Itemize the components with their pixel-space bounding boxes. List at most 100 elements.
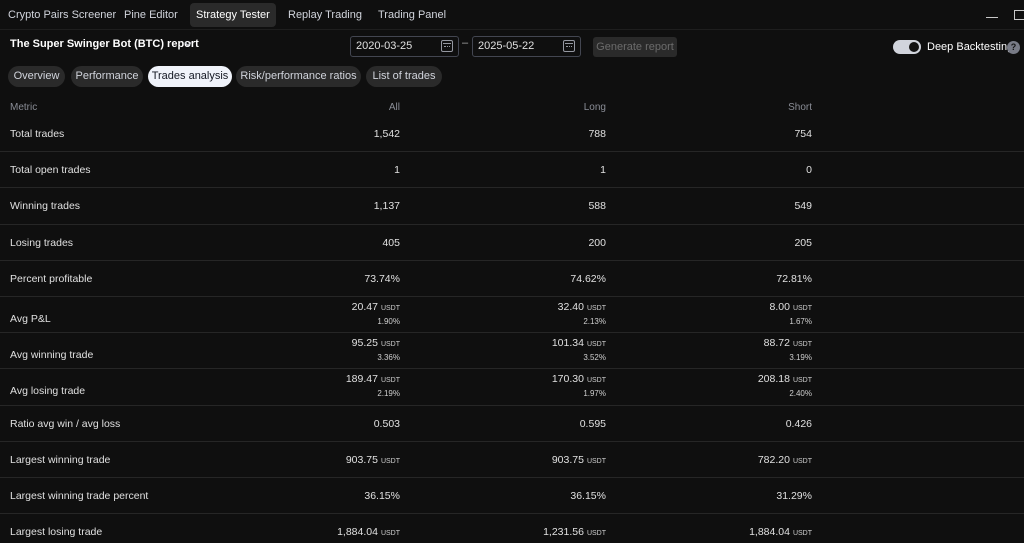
metric-label: Losing trades	[10, 236, 74, 249]
metric-label: Largest winning trade	[10, 453, 111, 466]
value-number: 1,884.04	[749, 526, 790, 539]
value-number: 903.75	[551, 453, 584, 466]
metric-label: Avg winning trade	[10, 349, 94, 362]
value-number: 754	[794, 128, 812, 140]
value-number: 1	[600, 164, 606, 177]
deep-backtesting-toggle[interactable]	[893, 40, 921, 54]
value-number: 200	[588, 236, 606, 249]
value-all-percent: 2.19%	[377, 389, 400, 399]
value-number: 74.62%	[570, 272, 606, 285]
value-long: 36.15%	[456, 490, 606, 502]
date-to-field[interactable]: 2025-05-22	[472, 36, 581, 57]
currency-unit: USDT	[586, 530, 606, 538]
toggle-knob	[909, 42, 919, 52]
value-number: 1,884.04	[337, 526, 378, 539]
value-number: 32.40	[557, 301, 584, 313]
date-to-value: 2025-05-22	[478, 40, 535, 52]
generate-report-button[interactable]: Generate report	[593, 37, 677, 57]
value-all: 1,137	[250, 200, 400, 212]
value-all-percent: 1.90%	[377, 317, 400, 326]
tab-performance[interactable]: Performance	[71, 66, 143, 87]
minimize-icon[interactable]	[986, 17, 998, 18]
value-number: 101.34	[551, 337, 584, 350]
table-row: Winning trades 1,137 588 549	[0, 188, 1024, 225]
value-number: 205	[794, 236, 812, 249]
tab-crypto-pairs-screener[interactable]: Crypto Pairs Screener	[2, 3, 122, 27]
currency-unit: USDT	[792, 377, 812, 385]
value-short: 0.426	[662, 418, 812, 430]
value-long: 788	[456, 128, 606, 140]
value-long-percent: 1.97%	[583, 389, 606, 399]
date-range-separator: –	[462, 37, 469, 49]
metric-label: Avg losing trade	[10, 385, 86, 398]
maximize-icon[interactable]	[1014, 10, 1024, 20]
value-all: 1,542	[250, 128, 400, 140]
metric-label: Winning trades	[10, 200, 81, 213]
value-number: 903.75	[345, 453, 378, 466]
value-number: 1,231.56	[543, 526, 584, 539]
value-number: 88.72	[763, 337, 790, 350]
value-short: 31.29%	[662, 490, 812, 502]
chevron-down-icon[interactable]	[184, 40, 192, 48]
value-short: 208.18 USDT	[662, 373, 812, 385]
value-long: 588	[456, 200, 606, 212]
top-tab-bar: Crypto Pairs Screener Pine Editor Strate…	[0, 0, 1024, 30]
table-row: Avg winning trade 95.25 USDT 3.36% 101.34 USD…	[0, 333, 1024, 370]
table-row: Total open trades 1 1 0	[0, 152, 1024, 189]
help-icon[interactable]: ?	[1007, 41, 1020, 54]
column-header-metric: Metric	[10, 102, 38, 113]
tab-trades-analysis[interactable]: Trades analysis	[148, 66, 232, 87]
value-number: 170.30	[551, 373, 584, 386]
report-title[interactable]: The Super Swinger Bot (BTC) report	[10, 38, 199, 50]
value-short: 72.81%	[662, 273, 812, 285]
calendar-icon[interactable]	[563, 40, 575, 52]
value-number: 1	[394, 164, 400, 177]
tab-strategy-tester[interactable]: Strategy Tester	[190, 3, 276, 27]
value-all: 405	[250, 237, 400, 249]
currency-unit: USDT	[586, 341, 606, 349]
value-number: 73.74%	[364, 272, 400, 285]
currency-unit: USDT	[586, 457, 606, 465]
calendar-icon[interactable]	[441, 40, 453, 52]
value-long: 903.75 USDT	[456, 454, 606, 466]
value-long: 1,231.56 USDT	[456, 526, 606, 538]
value-number: 0.503	[373, 417, 400, 430]
tab-replay-trading[interactable]: Replay Trading	[282, 3, 368, 27]
table-row: Avg losing trade 189.47 USDT 2.19% 170.30 USD…	[0, 369, 1024, 406]
value-all: 0.503	[250, 418, 400, 430]
column-header-short: Short	[788, 102, 812, 113]
tab-pine-editor[interactable]: Pine Editor	[118, 3, 184, 27]
value-number: 72.81%	[776, 272, 812, 285]
value-number: 0	[806, 164, 812, 177]
value-long: 200	[456, 237, 606, 249]
table-row: Avg P&L 20.47 USDT 1.90% 32.40 USDT 2.13% 8.00 U…	[0, 297, 1024, 334]
value-number: 31.29%	[776, 490, 812, 502]
currency-unit: USDT	[792, 341, 812, 349]
value-short: 1,884.04 USDT	[662, 526, 812, 538]
value-all: 95.25 USDT	[250, 337, 400, 349]
value-long-percent: 2.13%	[583, 317, 606, 326]
currency-unit: USDT	[792, 305, 812, 312]
value-all: 1,884.04 USDT	[250, 526, 400, 538]
date-from-field[interactable]: 2020-03-25	[350, 36, 459, 57]
value-short: 0	[662, 164, 812, 176]
value-all: 189.47 USDT	[250, 373, 400, 385]
value-long: 74.62%	[456, 273, 606, 285]
tab-list-of-trades[interactable]: List of trades	[366, 66, 442, 87]
table-row: Ratio avg win / avg loss 0.503 0.595 0.426	[0, 406, 1024, 442]
value-number: 1,542	[373, 128, 400, 140]
metric-label: Percent profitable	[10, 272, 93, 285]
value-short: 8.00 USDT	[662, 301, 813, 313]
tab-overview[interactable]: Overview	[8, 66, 65, 87]
value-number: 208.18	[757, 373, 790, 386]
currency-unit: USDT	[380, 341, 400, 349]
currency-unit: USDT	[792, 530, 812, 538]
value-number: 782.20	[757, 453, 790, 466]
value-all: 20.47 USDT	[250, 301, 400, 313]
value-short-percent: 3.19%	[789, 353, 812, 363]
value-long-percent: 3.52%	[583, 353, 606, 363]
table-row: Largest winning trade percent 36.15% 36.15…	[0, 478, 1024, 515]
tab-risk-performance-ratios[interactable]: Risk/performance ratios	[236, 66, 361, 87]
value-short: 782.20 USDT	[662, 454, 812, 466]
tab-trading-panel[interactable]: Trading Panel	[372, 3, 452, 27]
